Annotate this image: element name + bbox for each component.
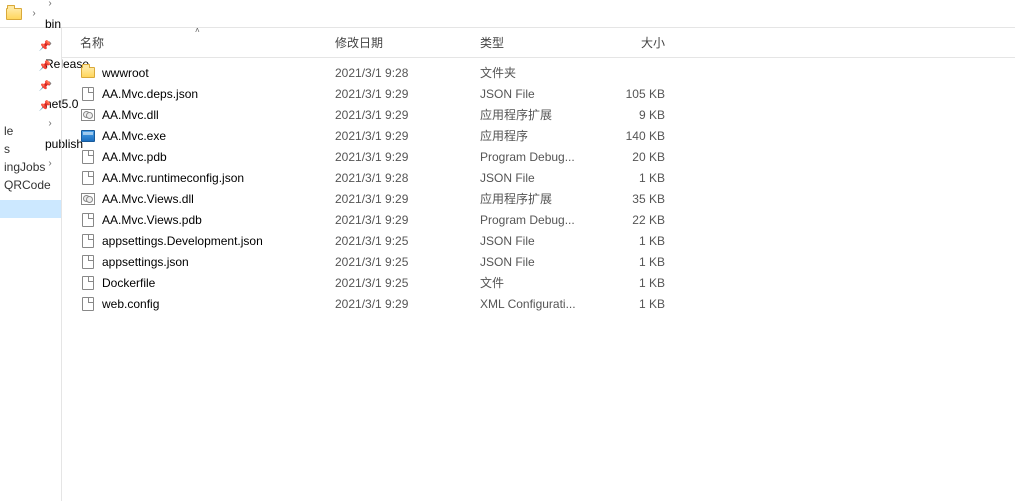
file-list-panel: 名称 ˄ 修改日期 类型 大小 wwwroot2021/3/1 9:28文件夹A…	[62, 28, 1015, 501]
file-name: web.config	[102, 297, 159, 311]
nav-tree-item[interactable]: le	[0, 122, 61, 140]
folder-icon	[4, 4, 24, 24]
pin-icon: 📌	[0, 56, 61, 76]
file-size: 105 KB	[600, 87, 665, 101]
pdb-file-icon	[80, 149, 96, 165]
file-type: JSON File	[480, 87, 600, 101]
file-date: 2021/3/1 9:29	[335, 129, 480, 143]
generic-file-icon	[80, 275, 96, 291]
file-name: appsettings.json	[102, 255, 189, 269]
file-date: 2021/3/1 9:29	[335, 297, 480, 311]
dll-file-icon	[80, 107, 96, 123]
file-date: 2021/3/1 9:29	[335, 108, 480, 122]
file-size: 35 KB	[600, 192, 665, 206]
file-date: 2021/3/1 9:29	[335, 213, 480, 227]
file-row[interactable]: AA.Mvc.exe 2021/3/1 9:29应用程序140 KB	[62, 125, 1015, 146]
column-header-type[interactable]: 类型	[480, 34, 600, 51]
file-row[interactable]: AA.Mvc.pdb 2021/3/1 9:29Program Debug...2…	[62, 146, 1015, 167]
json-file-icon	[80, 170, 96, 186]
file-date: 2021/3/1 9:28	[335, 66, 480, 80]
pin-icon: 📌	[0, 76, 61, 96]
sort-indicator-icon: ˄	[195, 26, 200, 35]
folder-icon	[80, 65, 96, 81]
file-size: 1 KB	[600, 234, 665, 248]
file-name: AA.Mvc.runtimeconfig.json	[102, 171, 244, 185]
json-file-icon	[80, 86, 96, 102]
file-row[interactable]: AA.Mvc.Views.dll 2021/3/1 9:29应用程序扩展35 KB	[62, 188, 1015, 209]
file-size: 1 KB	[600, 297, 665, 311]
file-date: 2021/3/1 9:29	[335, 192, 480, 206]
file-type: 应用程序扩展	[480, 190, 600, 207]
file-size: 140 KB	[600, 129, 665, 143]
file-row[interactable]: appsettings.Development.json 2021/3/1 9:2…	[62, 230, 1015, 251]
file-type: Program Debug...	[480, 150, 600, 164]
file-date: 2021/3/1 9:25	[335, 234, 480, 248]
file-date: 2021/3/1 9:25	[335, 276, 480, 290]
file-date: 2021/3/1 9:25	[335, 255, 480, 269]
file-name: AA.Mvc.Views.dll	[102, 192, 194, 206]
file-name: AA.Mvc.pdb	[102, 150, 167, 164]
file-size: 22 KB	[600, 213, 665, 227]
file-name: Dockerfile	[102, 276, 155, 290]
column-header-label: 名称	[80, 36, 104, 50]
file-size: 1 KB	[600, 171, 665, 185]
chevron-right-icon[interactable]: ›	[45, 0, 55, 14]
nav-tree-item[interactable]: ingJobs	[0, 158, 61, 176]
column-header-size[interactable]: 大小	[600, 34, 665, 51]
column-headers[interactable]: 名称 ˄ 修改日期 类型 大小	[62, 28, 1015, 58]
file-name: AA.Mvc.deps.json	[102, 87, 198, 101]
navigation-pane[interactable]: 📌 📌 📌 📌 lesingJobsQRCode	[0, 28, 62, 501]
address-bar[interactable]: › 此电脑›桌面›Example›AA.Mvc›bin›Release›net5…	[0, 0, 1015, 28]
pin-icon: 📌	[0, 36, 61, 56]
file-size: 1 KB	[600, 276, 665, 290]
pin-icon: 📌	[0, 96, 61, 116]
pdb-file-icon	[80, 212, 96, 228]
file-type: JSON File	[480, 234, 600, 248]
file-type: 文件夹	[480, 64, 600, 81]
config-file-icon	[80, 296, 96, 312]
file-row[interactable]: AA.Mvc.Views.pdb 2021/3/1 9:29Program Deb…	[62, 209, 1015, 230]
file-name: wwwroot	[102, 66, 149, 80]
file-row[interactable]: AA.Mvc.deps.json 2021/3/1 9:29JSON File10…	[62, 83, 1015, 104]
file-row[interactable]: appsettings.json 2021/3/1 9:25JSON File1 …	[62, 251, 1015, 272]
file-size: 1 KB	[600, 255, 665, 269]
file-type: JSON File	[480, 255, 600, 269]
file-type: 文件	[480, 274, 600, 291]
json-file-icon	[80, 233, 96, 249]
chevron-right-icon[interactable]: ›	[29, 4, 39, 24]
file-date: 2021/3/1 9:29	[335, 150, 480, 164]
file-row[interactable]: AA.Mvc.runtimeconfig.json 2021/3/1 9:28JS…	[62, 167, 1015, 188]
file-row[interactable]: wwwroot 2021/3/1 9:28文件夹	[62, 62, 1015, 83]
file-date: 2021/3/1 9:28	[335, 171, 480, 185]
dll-file-icon	[80, 191, 96, 207]
file-name: appsettings.Development.json	[102, 234, 263, 248]
column-header-name[interactable]: 名称 ˄	[80, 34, 335, 51]
file-date: 2021/3/1 9:29	[335, 87, 480, 101]
column-header-date[interactable]: 修改日期	[335, 34, 480, 51]
file-type: JSON File	[480, 171, 600, 185]
file-rows: wwwroot2021/3/1 9:28文件夹AA.Mvc.deps.json2…	[62, 58, 1015, 314]
file-row[interactable]: Dockerfile 2021/3/1 9:25文件1 KB	[62, 272, 1015, 293]
file-name: AA.Mvc.dll	[102, 108, 159, 122]
nav-tree-item[interactable]: QRCode	[0, 176, 61, 194]
file-type: Program Debug...	[480, 213, 600, 227]
file-name: AA.Mvc.Views.pdb	[102, 213, 202, 227]
file-row[interactable]: web.config 2021/3/1 9:29XML Configurati..…	[62, 293, 1015, 314]
nav-tree-item[interactable]: s	[0, 140, 61, 158]
file-size: 9 KB	[600, 108, 665, 122]
exe-file-icon	[80, 128, 96, 144]
file-type: 应用程序	[480, 127, 600, 144]
nav-tree-item[interactable]	[0, 200, 61, 218]
file-size: 20 KB	[600, 150, 665, 164]
file-row[interactable]: AA.Mvc.dll 2021/3/1 9:29应用程序扩展9 KB	[62, 104, 1015, 125]
file-name: AA.Mvc.exe	[102, 129, 166, 143]
json-file-icon	[80, 254, 96, 270]
file-type: 应用程序扩展	[480, 106, 600, 123]
file-type: XML Configurati...	[480, 297, 600, 311]
